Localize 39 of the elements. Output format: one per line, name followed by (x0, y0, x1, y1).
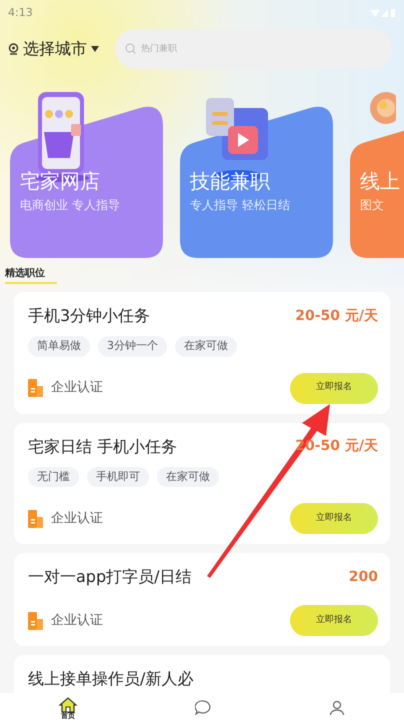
search-field[interactable]: 热门兼职 (115, 29, 392, 69)
salary: 20-50 元/天 (295, 306, 378, 326)
job-tag: 无门槛 (28, 466, 79, 487)
job-tag: 在家可做 (157, 466, 219, 487)
building-icon (28, 379, 43, 397)
building-icon (28, 510, 43, 528)
caret-icon (91, 46, 99, 52)
category-title: 宅家网店 (20, 168, 100, 195)
job-title: 宅家日结 手机小任务 (28, 436, 178, 458)
status-time: 4:13 (8, 4, 33, 21)
verified-label: 企业认证 (51, 510, 103, 528)
job-tag: 简单易做 (28, 336, 90, 356)
job-title: 线上接单操作员/新人必 (28, 668, 194, 690)
category-title: 线上 (360, 168, 400, 195)
city-selector[interactable]: 选择城市 (23, 37, 87, 61)
apply-button[interactable]: 立即报名 (290, 372, 378, 404)
apply-button[interactable]: 立即报名 (290, 503, 378, 534)
status-icons (370, 8, 396, 18)
apply-button[interactable]: 立即报名 (290, 605, 378, 636)
category-card[interactable] (350, 130, 404, 258)
location-icon (8, 42, 19, 56)
job-tag: 在家可做 (175, 336, 237, 356)
category-title: 技能兼职 (190, 168, 270, 195)
home-icon (59, 696, 77, 712)
salary: 200 (348, 568, 378, 586)
category-subtitle: 电商创业 专人指导 (20, 197, 120, 214)
category-subtitle: 专人指导 轻松日结 (190, 197, 290, 214)
person-icon[interactable] (329, 700, 345, 716)
job-tag: 3分钟一个 (98, 336, 167, 356)
job-tag: 手机即可 (87, 466, 149, 487)
job-title: 手机3分钟小任务 (28, 305, 150, 327)
job-title: 一对一app打字员/日结 (28, 566, 192, 588)
verified-label: 企业认证 (51, 379, 103, 398)
verified-label: 企业认证 (51, 612, 103, 630)
search-icon (125, 43, 136, 54)
category-subtitle: 图文 (360, 197, 384, 214)
chat-icon[interactable] (195, 700, 211, 716)
building-icon (28, 612, 43, 630)
section-title: 精选职位 (5, 266, 57, 284)
